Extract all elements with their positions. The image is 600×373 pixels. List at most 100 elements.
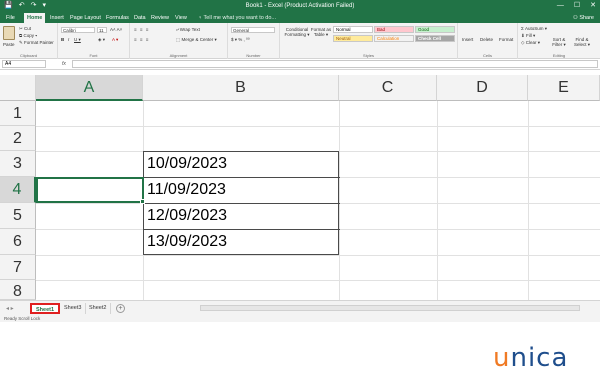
- paste-icon[interactable]: [3, 26, 15, 40]
- font-size-select[interactable]: 11: [97, 27, 107, 33]
- group-label-editing: Editing: [552, 53, 566, 58]
- minimize-button[interactable]: —: [557, 1, 564, 10]
- merge-center-button[interactable]: ⬚ Merge & Center ▾: [176, 37, 217, 42]
- paste-button[interactable]: Paste: [3, 42, 15, 47]
- number-format-buttons[interactable]: $ ▾ % , ⁰⁰: [231, 37, 250, 42]
- fill-handle[interactable]: [140, 199, 145, 204]
- group-clipboard: Paste ✂ Cut ⧉ Copy ▾ ✎ Format Painter Cl…: [0, 23, 58, 59]
- tab-data[interactable]: Data: [131, 13, 149, 23]
- sheet-tab-bar: ◂ ▸ Sheet1 Sheet3 Sheet2 +: [0, 300, 600, 315]
- group-label-cells: Cells: [483, 53, 492, 58]
- font-name-select[interactable]: Calibri: [61, 27, 95, 33]
- underline-button[interactable]: U ▾: [74, 37, 81, 42]
- style-normal[interactable]: Normal: [333, 26, 373, 33]
- row-header-8[interactable]: 8: [0, 280, 36, 300]
- conditional-formatting-button[interactable]: Conditional Formatting ▾: [283, 27, 311, 37]
- group-label-clipboard: Clipboard: [19, 53, 38, 58]
- row-header-7[interactable]: 7: [0, 255, 36, 280]
- horizontal-scrollbar[interactable]: [200, 305, 580, 311]
- window-controls: — ☐ ✕: [557, 1, 596, 10]
- share-button[interactable]: ⚇ Share: [573, 13, 594, 23]
- group-label-styles: Styles: [363, 53, 374, 58]
- gridline: [36, 280, 600, 281]
- column-header-a[interactable]: A: [36, 75, 143, 101]
- font-grow-shrink-buttons[interactable]: A˄ A˅: [110, 27, 122, 32]
- tab-page-layout[interactable]: Page Layout: [67, 13, 104, 23]
- delete-cells-button[interactable]: Delete: [480, 37, 493, 42]
- ribbon-tabs: File Home Insert Page Layout Formulas Da…: [0, 12, 600, 23]
- unica-logo: unica: [493, 343, 568, 373]
- worksheet-grid: A B C D E 1 2 3 4 5 6 7 8 10/09/2023 11/…: [0, 75, 600, 373]
- select-all-corner[interactable]: [0, 75, 36, 101]
- active-cell-a4[interactable]: [36, 177, 145, 204]
- align-top-icons[interactable]: ≡ ≡ ≡: [134, 27, 149, 32]
- italic-button[interactable]: I: [68, 37, 69, 42]
- find-select-button[interactable]: Find & Select ▾: [571, 37, 593, 47]
- font-color-button[interactable]: A ▾: [112, 37, 118, 42]
- gridline: [437, 101, 438, 300]
- group-editing: Σ AutoSum ▾ ⬇ Fill ▾ ◇ Clear ▾ Sort & Fi…: [518, 23, 600, 59]
- column-header-b[interactable]: B: [143, 75, 339, 101]
- fill-button[interactable]: ⬇ Fill ▾: [521, 33, 535, 38]
- sheet-tab-sheet2[interactable]: Sheet2: [85, 303, 112, 314]
- format-painter-button[interactable]: ✎ Format Painter: [19, 40, 54, 45]
- tell-me-search[interactable]: ♀ Tell me what you want to do...: [198, 13, 276, 23]
- format-cells-button[interactable]: Format: [499, 37, 513, 42]
- row-header-3[interactable]: 3: [0, 151, 36, 177]
- tab-formulas[interactable]: Formulas: [103, 13, 132, 23]
- column-header-c[interactable]: C: [339, 75, 437, 101]
- group-alignment: ≡ ≡ ≡ ≡ ≡ ≡ ⤶ Wrap Text ⬚ Merge & Center…: [130, 23, 228, 59]
- formula-input[interactable]: [72, 60, 598, 68]
- copy-button[interactable]: ⧉ Copy ▾: [19, 33, 37, 38]
- sheet-tab-sheet3[interactable]: Sheet3: [60, 303, 87, 314]
- style-bad[interactable]: Bad: [374, 26, 414, 33]
- row-header-5[interactable]: 5: [0, 203, 36, 229]
- format-as-table-button[interactable]: Format as Table ▾: [310, 27, 332, 37]
- row-header-2[interactable]: 2: [0, 126, 36, 151]
- tab-review[interactable]: Review: [148, 13, 172, 23]
- cell-b5[interactable]: 12/09/2023: [144, 204, 227, 228]
- autosum-button[interactable]: Σ AutoSum ▾: [521, 26, 547, 31]
- tab-file[interactable]: File: [3, 13, 18, 23]
- name-box[interactable]: A4: [2, 60, 46, 68]
- style-check-cell[interactable]: Check Cell: [415, 35, 455, 42]
- ribbon: Paste ✂ Cut ⧉ Copy ▾ ✎ Format Painter Cl…: [0, 23, 600, 59]
- gridline: [339, 101, 340, 300]
- row-header-4[interactable]: 4: [0, 177, 36, 203]
- column-header-e[interactable]: E: [528, 75, 600, 101]
- number-format-select[interactable]: General: [231, 27, 275, 33]
- clear-button[interactable]: ◇ Clear ▾: [521, 40, 540, 45]
- group-font: Calibri 11 A˄ A˅ B I U ▾ ◈ ▾ A ▾ Font: [58, 23, 130, 59]
- fill-color-button[interactable]: ◈ ▾: [98, 37, 105, 42]
- style-neutral[interactable]: Neutral: [333, 35, 373, 42]
- row-header-6[interactable]: 6: [0, 229, 36, 255]
- cell-b6[interactable]: 13/09/2023: [144, 230, 227, 254]
- group-label-alignment: Alignment: [169, 53, 188, 58]
- align-left-icons[interactable]: ≡ ≡ ≡: [134, 37, 149, 42]
- column-header-d[interactable]: D: [437, 75, 528, 101]
- insert-cells-button[interactable]: Insert: [462, 37, 473, 42]
- cell-b3[interactable]: 10/09/2023: [144, 152, 227, 176]
- logo-letter-u: u: [493, 343, 511, 373]
- cut-button[interactable]: ✂ Cut: [19, 26, 31, 31]
- wrap-text-button[interactable]: ⤶ Wrap Text: [176, 27, 200, 32]
- insert-function-icon[interactable]: fx: [62, 60, 66, 68]
- sheet-tab-sheet1[interactable]: Sheet1: [30, 303, 61, 314]
- sort-filter-button[interactable]: Sort & Filter ▾: [548, 37, 570, 47]
- close-button[interactable]: ✕: [590, 1, 596, 10]
- tab-insert[interactable]: Insert: [47, 13, 67, 23]
- tab-home[interactable]: Home: [24, 13, 46, 23]
- maximize-button[interactable]: ☐: [574, 1, 580, 10]
- bold-button[interactable]: B: [61, 37, 64, 42]
- gridline: [528, 101, 529, 300]
- cell-b4[interactable]: 11/09/2023: [144, 178, 226, 202]
- status-bar: Ready Scroll Lock: [0, 315, 600, 322]
- row-header-1[interactable]: 1: [0, 101, 36, 126]
- group-label-font: Font: [89, 53, 98, 58]
- style-calculation[interactable]: Calculation: [374, 35, 414, 42]
- sheet-nav-arrows[interactable]: ◂ ▸: [6, 305, 14, 312]
- style-good[interactable]: Good: [415, 26, 455, 33]
- gridline: [36, 255, 600, 256]
- add-sheet-button[interactable]: +: [116, 304, 125, 313]
- tab-view[interactable]: View: [172, 13, 190, 23]
